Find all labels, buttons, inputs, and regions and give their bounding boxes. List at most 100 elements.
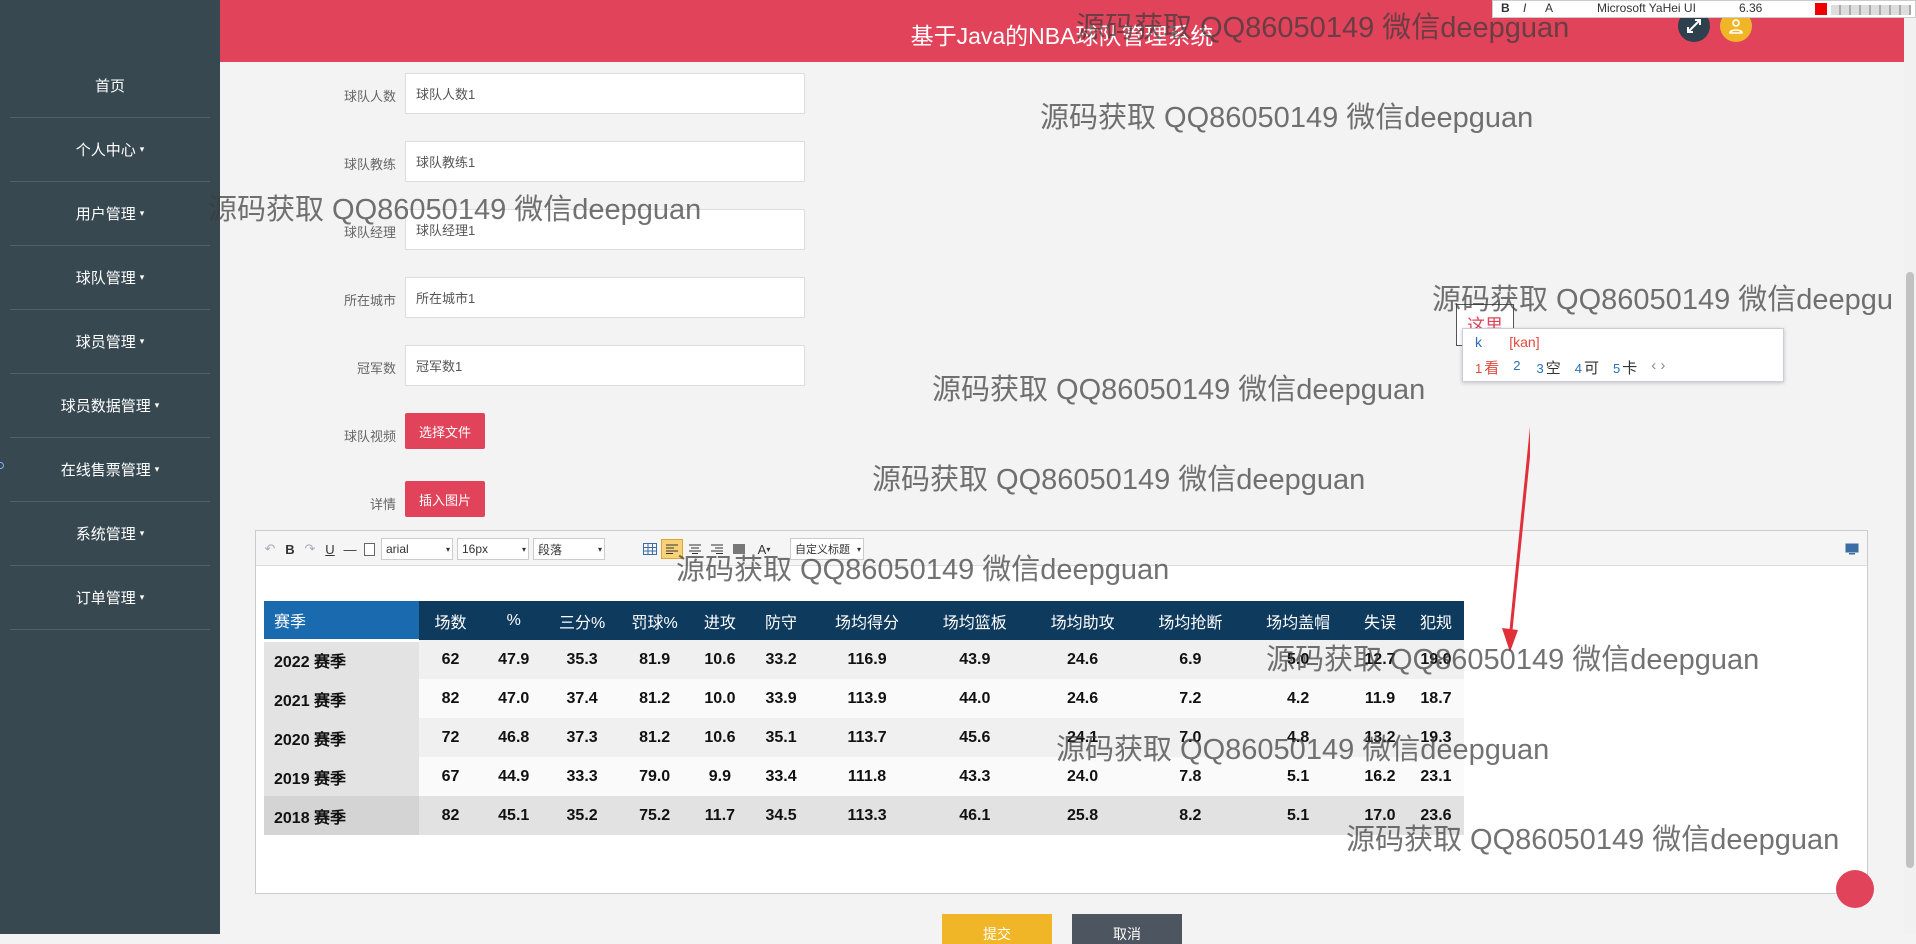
table-cell: 19.0 — [1407, 640, 1464, 679]
caret-down-icon: ▾ — [154, 464, 160, 474]
paragraph-select[interactable]: 段落 ▾ — [533, 538, 605, 560]
chevron-down-icon: ▾ — [856, 544, 861, 554]
document-icon[interactable] — [362, 539, 376, 559]
table-row: 2020 赛季 72 46.8 37.3 81.2 10.6 35.1 113.… — [264, 718, 1464, 757]
ime-candidate[interactable]: 2 — [1513, 357, 1522, 378]
table-cell: 35.3 — [545, 640, 619, 679]
ime-candidate[interactable]: 1看 — [1475, 357, 1499, 378]
ime-pager[interactable]: ‹ › — [1651, 357, 1665, 378]
sidebar-item-system[interactable]: 系统管理 ▾ — [10, 502, 210, 566]
city-label: 所在城市 — [343, 293, 396, 308]
sidebar-item-tickets[interactable]: 在线售票管理 ▾ — [10, 438, 210, 502]
table-cell: 82 — [419, 679, 482, 718]
column-header: 三分% — [545, 601, 619, 640]
table-cell: 13.2 — [1351, 718, 1408, 757]
ime-candidate[interactable]: 4可 — [1575, 357, 1599, 378]
table-cell: 46.1 — [920, 796, 1029, 835]
scroll-thumb[interactable] — [1906, 272, 1914, 868]
align-left-icon[interactable] — [661, 539, 683, 559]
submit-button[interactable]: 提交 — [942, 914, 1052, 944]
column-header: 场均抢断 — [1136, 601, 1245, 640]
table-cell: 19.3 — [1407, 718, 1464, 757]
table-cell: 62 — [419, 640, 482, 679]
sidebar-item-teams[interactable]: 球队管理 ▾ — [10, 246, 210, 310]
sidebar-item-users[interactable]: 用户管理 ▾ — [10, 182, 210, 246]
caret-down-icon: ▾ — [139, 272, 145, 282]
custom-title-select[interactable]: 自定义标题 ▾ — [790, 538, 864, 560]
choose-file-button[interactable]: 选择文件 — [405, 413, 485, 449]
undo-icon[interactable]: ↶ — [262, 539, 278, 559]
sidebar-item-profile[interactable]: 个人中心 ▾ — [10, 118, 210, 182]
cancel-button[interactable]: 取消 — [1072, 914, 1182, 944]
team-coach-label: 球队教练 — [343, 157, 396, 172]
table-cell: 2022 赛季 — [264, 640, 420, 679]
team-manager-input[interactable]: 球队经理1 — [405, 209, 805, 250]
table-cell: 34.5 — [748, 796, 814, 835]
column-header: 犯规 — [1407, 601, 1464, 640]
floating-action-button[interactable] — [1836, 870, 1874, 908]
align-center-icon[interactable] — [686, 539, 704, 559]
city-input[interactable]: 所在城市1 — [405, 277, 805, 318]
ime-candidate[interactable]: 5卡 — [1613, 357, 1637, 378]
floating-format-bar: B I A Microsoft YaHei UI 6.36 — [1492, 0, 1916, 18]
color-palette-icon[interactable] — [1831, 5, 1911, 15]
ime-candidate-window: k [kan] 1看 2 3空 4可 5卡 ‹ › — [1462, 328, 1784, 382]
page-scrollbar[interactable] — [1904, 0, 1916, 934]
font-family-select[interactable]: arial ▾ — [381, 538, 453, 560]
sidebar-item-orders[interactable]: 订单管理 ▾ — [10, 566, 210, 630]
ime-composition: k [kan] — [1475, 334, 1540, 350]
sidebar-item-home[interactable]: 首页 — [10, 54, 210, 118]
table-cell: 24.6 — [1028, 640, 1137, 679]
table-cell: 33.4 — [748, 757, 814, 796]
table-cell: 8.2 — [1136, 796, 1245, 835]
font-color-icon[interactable]: A — [1545, 1, 1553, 15]
sidebar-item-players[interactable]: 球员管理 ▾ — [10, 310, 210, 374]
table-cell: 5.1 — [1244, 757, 1352, 796]
column-header: 场均助攻 — [1028, 601, 1137, 640]
team-coach-input[interactable]: 球队教练1 — [405, 141, 805, 182]
table-icon[interactable] — [641, 539, 659, 559]
team-size-input[interactable]: 球队人数1 — [405, 73, 805, 114]
table-cell: 4.8 — [1244, 718, 1352, 757]
table-cell: 72 — [419, 718, 482, 757]
red-swatch-icon[interactable] — [1815, 3, 1827, 15]
align-right-icon[interactable] — [708, 539, 726, 559]
table-cell: 10.0 — [690, 679, 749, 718]
fullscreen-editor-icon[interactable] — [1844, 539, 1860, 559]
horizontal-rule-icon[interactable]: — — [342, 539, 358, 559]
table-cell: 82 — [419, 796, 482, 835]
redo-icon[interactable]: ↷ — [302, 539, 318, 559]
bold-icon[interactable]: B — [1501, 1, 1510, 15]
table-cell: 43.3 — [920, 757, 1029, 796]
font-size-select[interactable]: 6.36 — [1739, 1, 1762, 15]
italic-icon[interactable]: I — [1523, 1, 1526, 15]
chevron-down-icon: ▾ — [521, 544, 526, 554]
table-cell: 2020 赛季 — [264, 718, 420, 757]
column-header: 场均得分 — [813, 601, 921, 640]
bold-icon[interactable]: B — [282, 539, 298, 559]
table-cell: 6.9 — [1136, 640, 1245, 679]
table-cell: 35.2 — [545, 796, 619, 835]
table-cell: 81.2 — [618, 718, 691, 757]
table-cell: 11.9 — [1351, 679, 1408, 718]
font-name-select[interactable]: Microsoft YaHei UI — [1597, 1, 1696, 15]
table-cell: 4.2 — [1244, 679, 1352, 718]
font-color-icon[interactable]: A ▾ — [753, 539, 775, 559]
editor-toolbar: ↶ B ↷ U — arial ▾ 16px ▾ 段落 ▾ A ▾ 自定义标题 ▾ — [256, 531, 1867, 566]
justify-icon[interactable] — [730, 539, 748, 559]
app-title: 基于Java的NBA球队管理系统 — [910, 23, 1214, 49]
caret-down-icon: ▾ — [139, 528, 145, 538]
insert-image-button[interactable]: 插入图片 — [405, 481, 485, 517]
table-cell: 79.0 — [618, 757, 691, 796]
font-size-select[interactable]: 16px ▾ — [457, 538, 529, 560]
championships-input[interactable]: 冠军数1 — [405, 345, 805, 386]
table-cell: 16.2 — [1351, 757, 1408, 796]
sidebar-item-player-stats[interactable]: 球员数据管理 ▾ — [10, 374, 210, 438]
rich-text-editor[interactable]: ↶ B ↷ U — arial ▾ 16px ▾ 段落 ▾ A ▾ 自定义标题 ▾ 赛季 … — [255, 530, 1868, 894]
table-cell: 24.0 — [1028, 757, 1137, 796]
table-header-row: 赛季 场数 % 三分% 罚球% 进攻 防守 场均得分 场均篮板 场均助攻 场均抢… — [264, 601, 1464, 642]
underline-icon[interactable]: U — [322, 539, 338, 559]
table-cell: 5.1 — [1244, 796, 1352, 835]
ime-candidate[interactable]: 3空 — [1536, 357, 1560, 378]
team-stats-table: 赛季 场数 % 三分% 罚球% 进攻 防守 场均得分 场均篮板 场均助攻 场均抢… — [264, 601, 1464, 835]
